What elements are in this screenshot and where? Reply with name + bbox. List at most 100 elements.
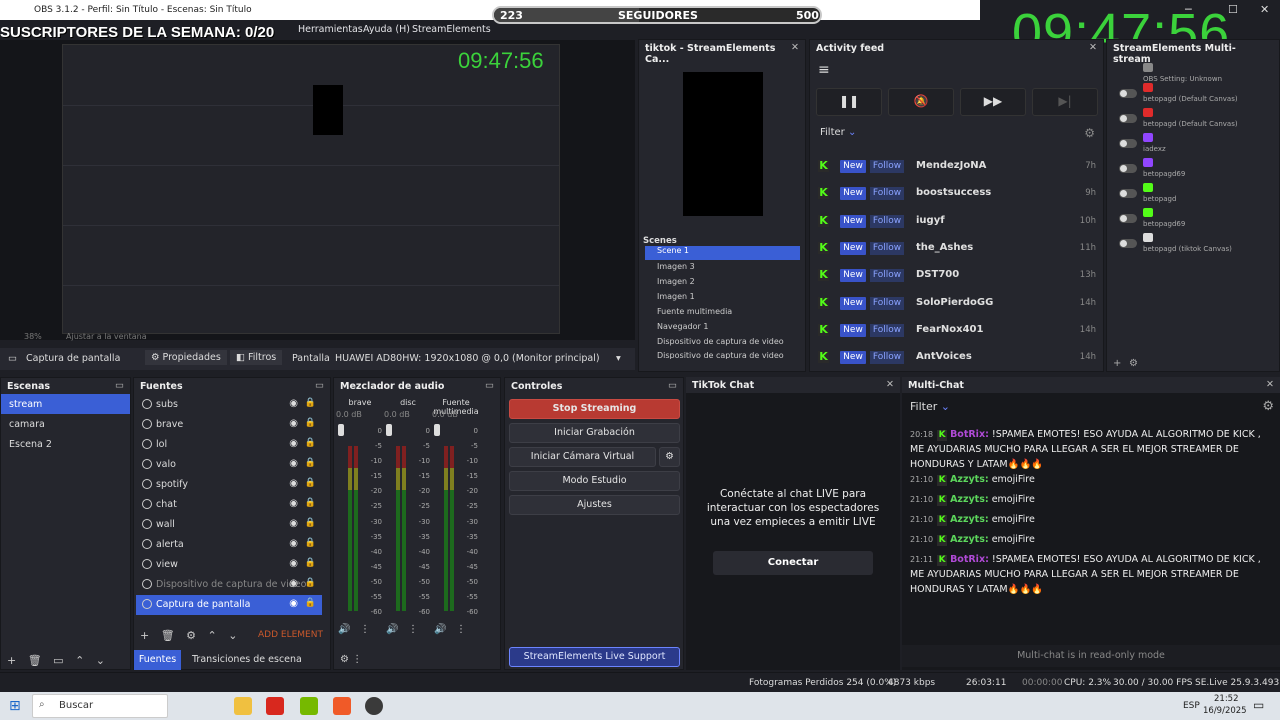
eye-icon[interactable]: ◉ — [289, 418, 298, 429]
lock-icon[interactable]: 🔒 — [305, 418, 316, 428]
tiktok-source-item[interactable]: Dispositivo de captura de video — [645, 337, 800, 351]
gear-icon[interactable]: ⚙ — [1129, 358, 1138, 369]
lock-icon[interactable]: 🔒 — [305, 498, 316, 508]
chat-user[interactable]: BotRix: — [950, 554, 989, 565]
volume-slider[interactable] — [434, 424, 440, 436]
multistream-item[interactable]: betopagd (Default Canvas) — [1115, 82, 1280, 106]
gear-icon[interactable]: ⚙ — [1084, 126, 1095, 140]
toggle-switch[interactable] — [1119, 239, 1137, 248]
source-item[interactable]: lol ◉ 🔒 — [136, 435, 322, 455]
activity-item[interactable]: K New Follow FearNox401 14h — [818, 320, 1096, 342]
brave-icon[interactable] — [333, 697, 351, 715]
source-item[interactable]: valo ◉ 🔒 — [136, 455, 322, 475]
volume-slider[interactable] — [338, 424, 344, 436]
close-icon[interactable]: ✕ — [791, 42, 799, 53]
language-indicator[interactable]: ESP — [1183, 701, 1200, 711]
multistream-item[interactable]: betopagd69 — [1115, 157, 1280, 181]
nvidia-icon[interactable] — [300, 697, 318, 715]
toggle-switch[interactable] — [1119, 89, 1137, 98]
studio-mode-button[interactable]: Modo Estudio — [509, 471, 680, 491]
eye-icon[interactable]: ◉ — [289, 498, 298, 509]
gear-icon[interactable]: ⚙ — [1262, 399, 1274, 414]
search-box[interactable]: ⌕ Buscar — [32, 694, 168, 718]
scene-item[interactable]: Scene 1 — [645, 246, 800, 260]
notification-icon[interactable]: ▭ — [1253, 698, 1264, 712]
undock-icon[interactable]: ▭ — [485, 380, 494, 391]
multistream-item[interactable]: betopagd (Default Canvas) — [1115, 107, 1280, 131]
obs-icon[interactable] — [365, 697, 383, 715]
undock-icon[interactable]: ▭ — [315, 380, 324, 391]
toggle-switch[interactable] — [1119, 139, 1137, 148]
lock-icon[interactable]: 🔒 — [305, 518, 316, 528]
fit-window-label[interactable]: Ajustar a la ventana — [66, 332, 147, 341]
menu-tools[interactable]: Herramientas — [298, 24, 363, 35]
activity-item[interactable]: K New Follow AntVoices 14h — [818, 347, 1096, 369]
source-item[interactable]: Captura de pantalla ◉ 🔒 — [136, 595, 322, 615]
eye-icon[interactable]: ◉ — [289, 558, 298, 569]
eye-icon[interactable]: ◉ — [289, 398, 298, 409]
lock-icon[interactable]: 🔒 — [305, 578, 316, 588]
scene-item-stream[interactable]: stream — [1, 394, 130, 414]
toggle-switch[interactable] — [1119, 214, 1137, 223]
screen-select[interactable]: HUAWEI AD80HW: 1920x1080 @ 0,0 (Monitor … — [335, 353, 600, 364]
activity-item[interactable]: K New Follow boostsuccess 9h — [818, 183, 1096, 205]
source-item[interactable]: subs ◉ 🔒 — [136, 395, 322, 415]
channel-menu-icon[interactable]: ⋮ — [456, 624, 466, 635]
multistream-item[interactable]: iadexz — [1115, 132, 1280, 156]
hamburger-menu-icon[interactable]: ≡ — [818, 62, 830, 78]
eye-icon[interactable]: ◉ — [289, 478, 298, 489]
add-element-button[interactable]: ADD ELEMENT — [258, 630, 323, 640]
activity-filter[interactable]: Filter ⌄ — [820, 127, 856, 138]
undock-icon[interactable]: ▭ — [115, 380, 124, 391]
file-explorer-icon[interactable] — [234, 697, 252, 715]
chat-user[interactable]: BotRix: — [950, 429, 989, 440]
source-item[interactable]: chat ◉ 🔒 — [136, 495, 322, 515]
multistream-item[interactable]: betopagd69 — [1115, 207, 1280, 231]
virtual-camera-gear-icon[interactable]: ⚙ — [659, 447, 680, 467]
tiktok-source-item[interactable]: Imagen 1 — [645, 292, 800, 306]
eye-icon[interactable]: ◉ — [289, 518, 298, 529]
activity-item[interactable]: K New Follow DST700 13h — [818, 265, 1096, 287]
volume-slider[interactable] — [386, 424, 392, 436]
menu-help[interactable]: Ayuda (H) — [363, 24, 410, 35]
skip-next-button[interactable]: ▶| — [1032, 88, 1098, 116]
skip-button[interactable]: ▶▶ — [960, 88, 1026, 116]
activity-item[interactable]: K New Follow SoloPierdoGG 14h — [818, 293, 1096, 315]
scene-item-escena-2[interactable]: Escena 2 — [1, 434, 130, 454]
acrobat-icon[interactable] — [266, 697, 284, 715]
zoom-level[interactable]: 38% — [24, 332, 42, 341]
lock-icon[interactable]: 🔒 — [305, 558, 316, 568]
eye-icon[interactable]: ◉ — [289, 438, 298, 449]
menu-streamelements[interactable]: StreamElements — [412, 24, 491, 35]
activity-item[interactable]: K New Follow the_Ashes 11h — [818, 238, 1096, 260]
close-icon[interactable]: ✕ — [1089, 42, 1097, 53]
chat-user[interactable]: Azzyts: — [950, 494, 989, 505]
chat-user[interactable]: Azzyts: — [950, 474, 989, 485]
stop-streaming-button[interactable]: Stop Streaming — [509, 399, 680, 419]
toggle-switch[interactable] — [1119, 164, 1137, 173]
lock-icon[interactable]: 🔒 — [305, 598, 316, 608]
toggle-switch[interactable] — [1119, 189, 1137, 198]
source-item[interactable]: view ◉ 🔒 — [136, 555, 322, 575]
chat-user[interactable]: Azzyts: — [950, 534, 989, 545]
channel-menu-icon[interactable]: ⋮ — [408, 624, 418, 635]
properties-button[interactable]: ⚙ Propiedades — [145, 350, 227, 365]
source-item[interactable]: spotify ◉ 🔒 — [136, 475, 322, 495]
undock-icon[interactable]: ▭ — [668, 380, 677, 391]
se-live-support-button[interactable]: StreamElements Live Support — [509, 647, 680, 667]
eye-icon[interactable]: ◉ — [289, 458, 298, 469]
scenes-toolbar[interactable]: + 🗑 ▭ ⌃ ⌄ — [7, 654, 105, 667]
scene-item-camara[interactable]: camara — [1, 414, 130, 434]
tiktok-source-item[interactable]: Imagen 2 — [645, 277, 800, 291]
add-icon[interactable]: + — [1113, 358, 1121, 369]
clock-date[interactable]: 16/9/2025 — [1203, 706, 1247, 716]
close-icon[interactable]: ✕ — [1266, 379, 1274, 390]
multistream-item[interactable]: betopagd (tiktok Canvas) — [1115, 232, 1280, 256]
channel-menu-icon[interactable]: ⋮ — [360, 624, 370, 635]
tab-sources[interactable]: Fuentes — [134, 650, 181, 670]
tiktok-source-item[interactable]: Dispositivo de captura de video — [645, 351, 800, 359]
close-icon[interactable]: ✕ — [886, 379, 894, 390]
mixer-gear-icon[interactable]: ⚙ ⋮ — [340, 654, 362, 665]
lock-icon[interactable]: 🔒 — [305, 538, 316, 548]
lock-icon[interactable]: 🔒 — [305, 438, 316, 448]
